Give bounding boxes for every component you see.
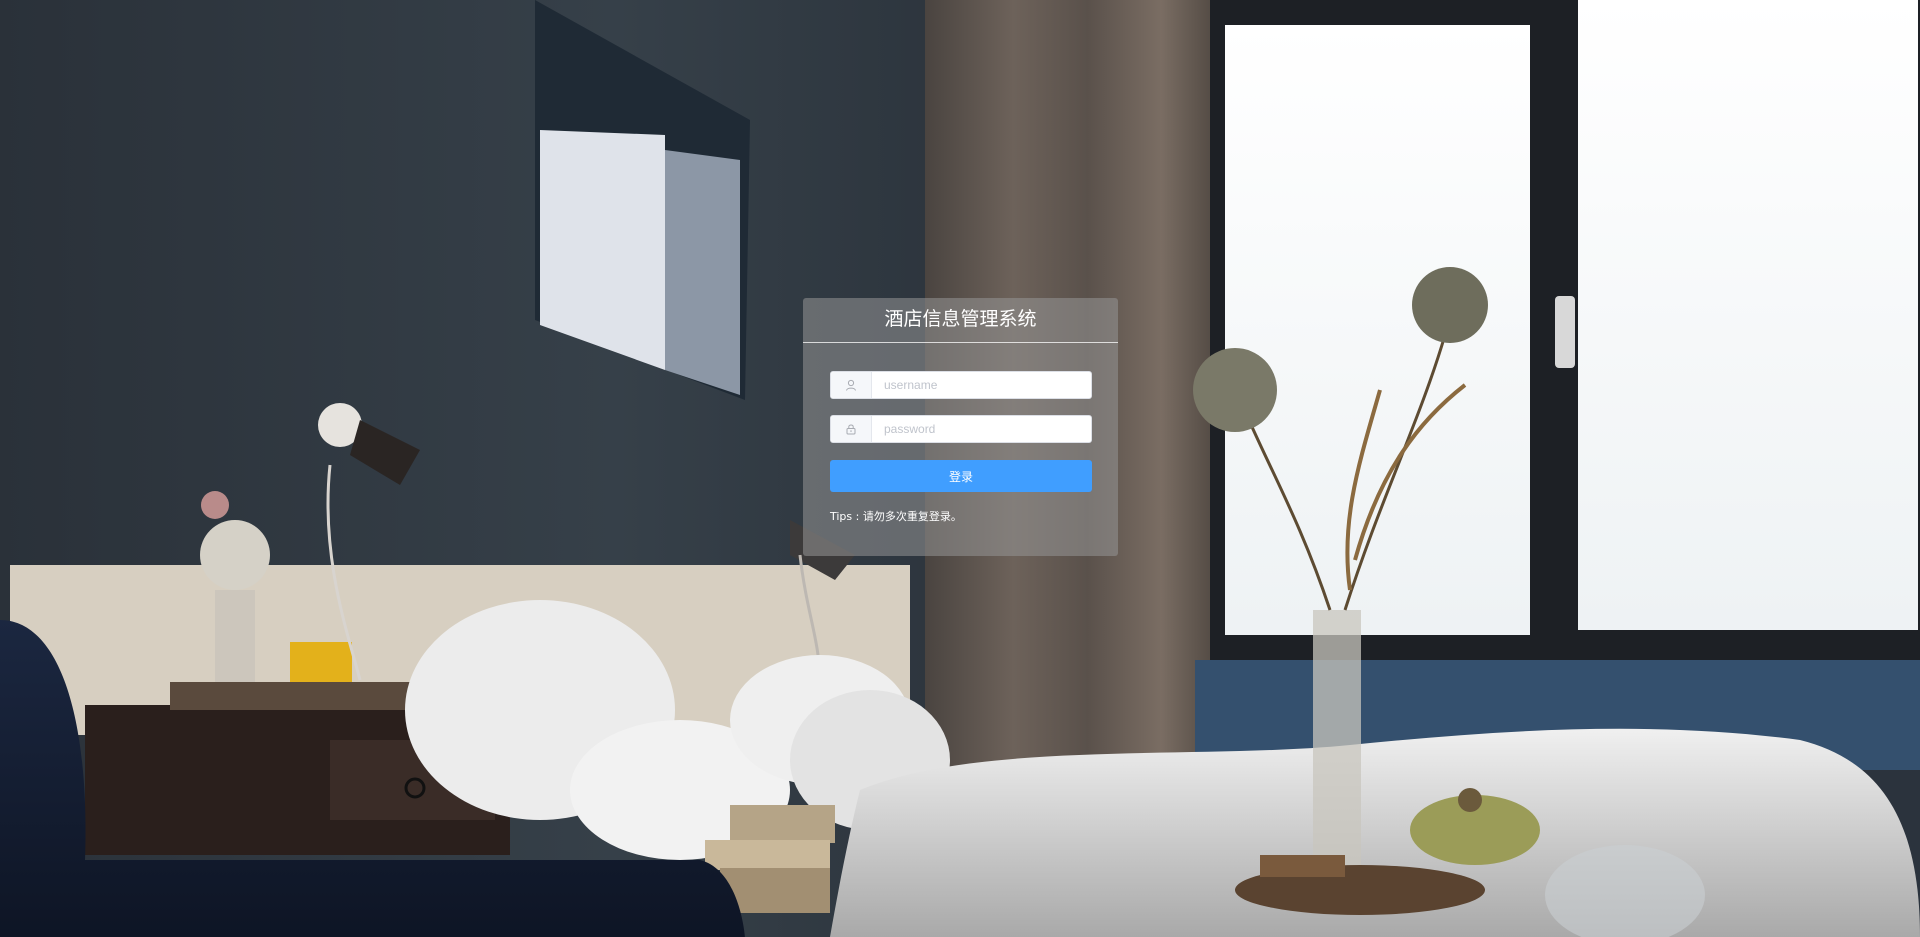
username-field[interactable]: [830, 371, 1092, 399]
login-panel: 酒店信息管理系统 登录 Tips : 请勿多次重复登录。: [803, 298, 1118, 556]
user-icon: [831, 372, 872, 398]
password-field[interactable]: [830, 415, 1092, 443]
lock-icon: [831, 416, 872, 442]
password-input[interactable]: [872, 416, 1091, 442]
username-input[interactable]: [872, 372, 1091, 398]
login-title: 酒店信息管理系统: [803, 298, 1118, 343]
login-page: 酒店信息管理系统 登录 Tips : 请勿多次重复登录。: [0, 0, 1920, 937]
login-tips: Tips : 请勿多次重复登录。: [830, 510, 962, 523]
login-button[interactable]: 登录: [830, 460, 1092, 492]
